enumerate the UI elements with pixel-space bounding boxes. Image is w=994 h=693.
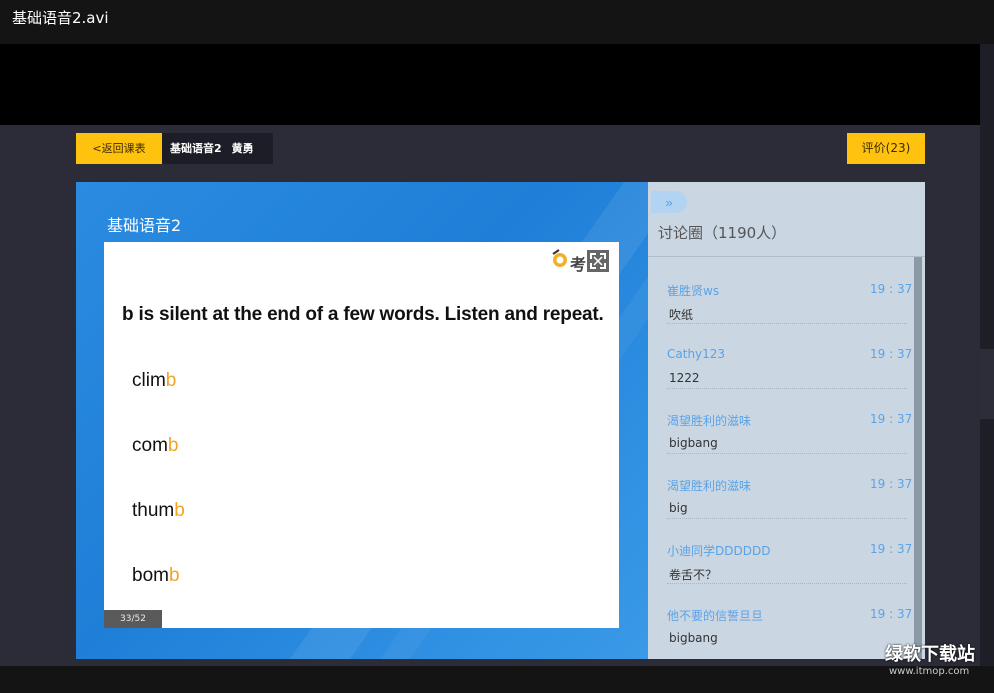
page-indicator: 33/52 — [104, 610, 162, 628]
word-stem: thum — [132, 500, 175, 521]
lesson-title: 基础语音2 — [107, 216, 182, 235]
message-text: big — [669, 501, 688, 515]
message-text: 1222 — [669, 371, 700, 385]
watermark-url: www.itmop.com — [889, 666, 970, 677]
message-list[interactable]: 崔胜贤ws 19 : 37 吹纸 Cathy123 19 : 37 1222 渴… — [648, 257, 914, 659]
bottom-bar — [0, 666, 994, 693]
message-text: bigbang — [669, 436, 718, 450]
course-name: 基础语音2 — [170, 142, 222, 155]
silent-letter: b — [165, 370, 177, 391]
rate-button[interactable]: 评价(23) — [847, 133, 925, 164]
discussion-panel: » 讨论圈（1190人） 崔胜贤ws 19 : 37 吹纸 Cathy123 1… — [648, 182, 925, 659]
message-user[interactable]: 渴望胜利的滋味 — [667, 412, 751, 429]
word-item: thumb — [132, 500, 185, 522]
message-user[interactable]: 渴望胜利的滋味 — [667, 477, 751, 494]
back-to-schedule-button[interactable]: <返回课表 — [76, 133, 162, 164]
lesson-stage: 基础语音2 考 b is silent at the end of a few … — [76, 182, 648, 659]
message-user[interactable]: Cathy123 — [667, 347, 725, 361]
message-user[interactable]: 崔胜贤ws — [667, 282, 719, 299]
watermark: 绿软下载站 www.itmop.com — [885, 640, 985, 690]
message-time: 19 : 37 — [870, 607, 913, 621]
word-stem: com — [132, 435, 168, 456]
message-text: 卷舌不？ — [669, 568, 718, 582]
word-stem: clim — [132, 370, 166, 391]
message-item: 渴望胜利的滋味 19 : 37 bigbang — [648, 387, 914, 454]
message-text: bigbang — [669, 631, 718, 645]
course-info: 基础语音2 黄勇 — [162, 133, 273, 164]
message-time: 19 : 37 — [870, 477, 913, 491]
message-text: 吹纸 — [669, 308, 694, 322]
silent-letter: b — [174, 500, 185, 521]
slide: 考 b is silent at the end of a few words.… — [104, 242, 619, 628]
video-letterbox — [0, 44, 980, 125]
word-item: comb — [132, 435, 178, 457]
watermark-name: 绿软下载站 — [885, 644, 975, 665]
slide-heading: b is silent at the end of a few words. L… — [122, 304, 604, 325]
teacher-name: 黄勇 — [231, 142, 254, 155]
edge-notch — [980, 349, 994, 419]
fullscreen-icon — [590, 253, 606, 269]
message-time: 19 : 37 — [870, 542, 913, 556]
silent-letter: b — [167, 435, 179, 456]
word-stem: bom — [132, 565, 169, 586]
discussion-title: 讨论圈（1190人） — [658, 224, 787, 242]
window-title: 基础语音2.avi — [0, 0, 994, 44]
message-time: 19 : 37 — [870, 347, 913, 361]
fullscreen-button[interactable] — [587, 250, 609, 272]
message-user[interactable]: 小迪同学DDDDDD — [667, 542, 770, 559]
message-time: 19 : 37 — [870, 282, 913, 296]
message-item: 崔胜贤ws 19 : 37 吹纸 — [648, 257, 914, 324]
message-item: 小迪同学DDDDDD 19 : 37 卷舌不？ — [648, 517, 914, 584]
message-item: 渴望胜利的滋味 19 : 37 big — [648, 452, 914, 519]
message-time: 19 : 37 — [870, 412, 913, 426]
window-edge — [980, 44, 994, 666]
word-item: bomb — [132, 565, 180, 587]
word-item: climb — [132, 370, 176, 392]
logo-mark — [552, 249, 567, 267]
silent-letter: b — [168, 565, 180, 586]
collapse-panel-button[interactable]: » — [651, 191, 687, 213]
scrollbar-thumb[interactable] — [914, 257, 922, 659]
message-user[interactable]: 他不要的信誓旦旦 — [667, 607, 763, 624]
logo-text: 考 — [570, 255, 587, 274]
message-item: 他不要的信誓旦旦 19 : 37 bigbang — [648, 582, 914, 647]
message-item: Cathy123 19 : 37 1222 — [648, 322, 914, 389]
